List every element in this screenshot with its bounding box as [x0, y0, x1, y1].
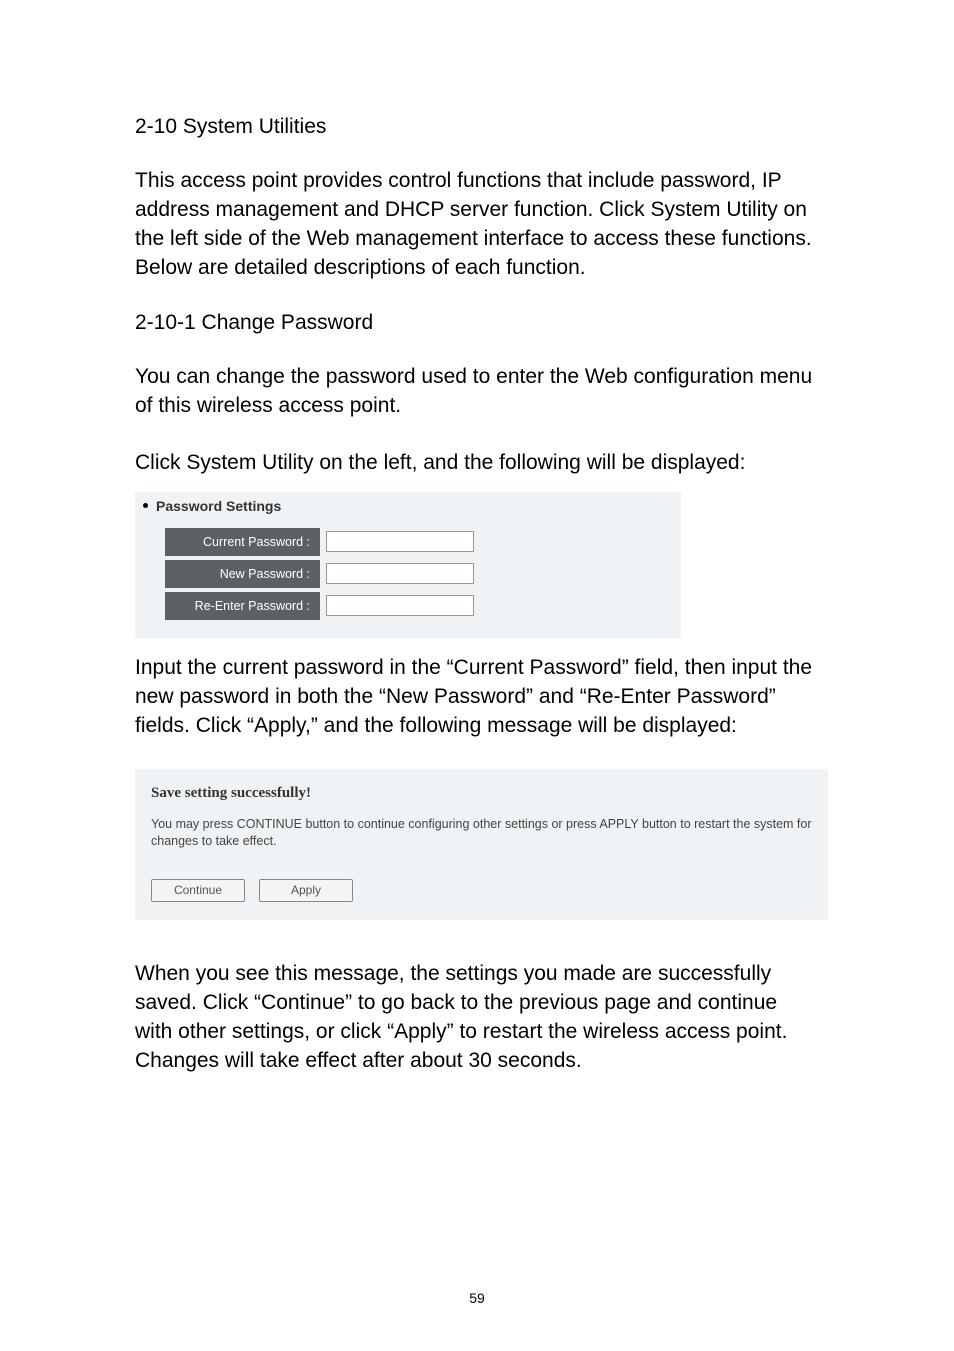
input-cell	[320, 560, 474, 588]
new-password-input[interactable]	[326, 563, 474, 584]
continue-button[interactable]: Continue	[151, 879, 245, 902]
input-cell	[320, 592, 474, 620]
password-settings-header: Password Settings	[143, 498, 673, 514]
field-row-new-password: New Password :	[165, 560, 474, 588]
field-row-current-password: Current Password :	[165, 528, 474, 556]
section-body-2-10-1-p1: You can change the password used to ente…	[135, 363, 819, 421]
password-settings-title: Password Settings	[156, 498, 281, 514]
apply-button[interactable]: Apply	[259, 879, 353, 902]
save-confirmation-panel: Save setting successfully! You may press…	[135, 769, 828, 920]
label-new-password: New Password :	[165, 560, 320, 588]
save-success-description: You may press CONTINUE button to continu…	[151, 816, 812, 851]
section-body-2-10: This access point provides control funct…	[135, 167, 819, 283]
page-number: 59	[0, 1290, 954, 1306]
label-reenter-password: Re-Enter Password :	[165, 592, 320, 620]
section-title-2-10: 2-10 System Utilities	[135, 115, 819, 139]
section-title-2-10-1: 2-10-1 Change Password	[135, 311, 819, 335]
save-button-row: Continue Apply	[151, 879, 812, 902]
reenter-password-input[interactable]	[326, 595, 474, 616]
label-current-password: Current Password :	[165, 528, 320, 556]
section-body-2-10-1-p2: Click System Utility on the left, and th…	[135, 449, 819, 478]
input-cell	[320, 528, 474, 556]
after-settings-paragraph: Input the current password in the “Curre…	[135, 654, 819, 741]
save-success-title: Save setting successfully!	[151, 785, 812, 802]
bullet-icon	[143, 503, 148, 508]
field-row-reenter-password: Re-Enter Password :	[165, 592, 474, 620]
password-settings-panel: Password Settings Current Password : New…	[135, 492, 681, 638]
final-paragraph: When you see this message, the settings …	[135, 960, 819, 1076]
password-fields-table: Current Password : New Password : Re-Ent…	[165, 524, 474, 624]
current-password-input[interactable]	[326, 531, 474, 552]
